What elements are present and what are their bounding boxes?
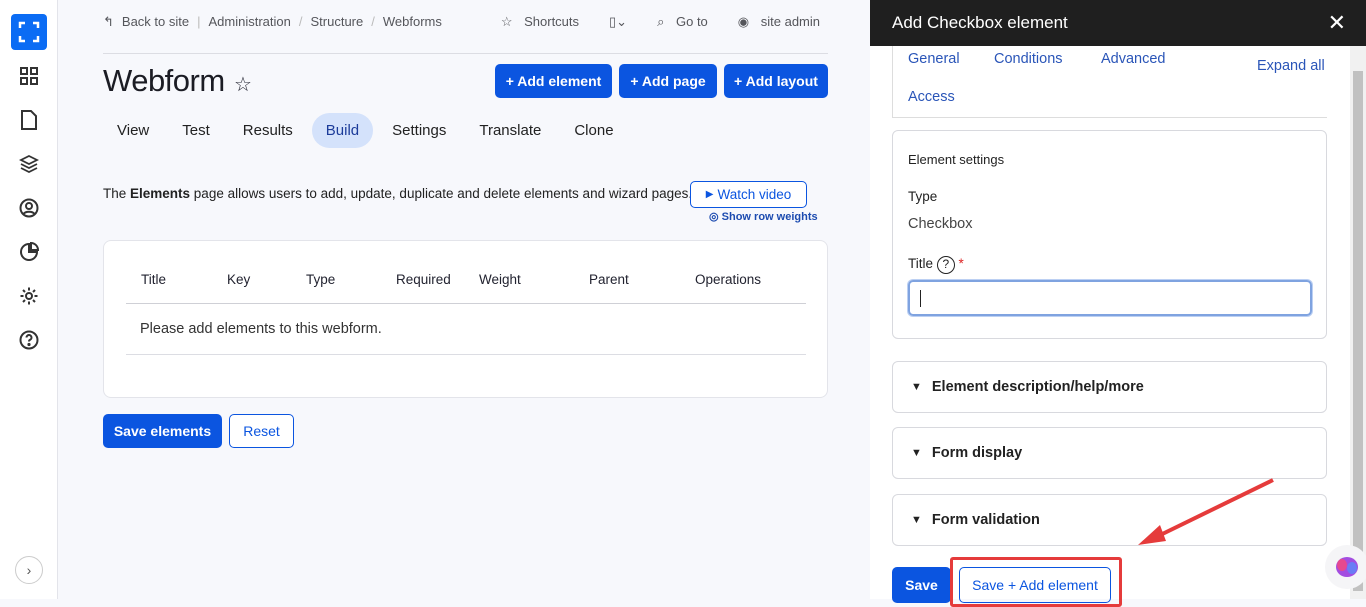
tab-view[interactable]: View (103, 113, 163, 148)
divider: | (197, 14, 201, 29)
dashboard-icon[interactable] (17, 64, 41, 88)
people-icon[interactable] (17, 196, 41, 220)
col-weight: Weight (479, 272, 521, 287)
add-page-button[interactable]: + Add page (619, 64, 717, 98)
tab-build[interactable]: Build (311, 113, 374, 148)
watch-video-button[interactable]: ▶ Watch video (690, 181, 807, 208)
search-icon: ⌕ (657, 14, 668, 29)
user-menu[interactable]: ◉ site admin (738, 14, 828, 30)
annotation-highlight-box (950, 557, 1122, 607)
save-elements-button[interactable]: Save elements (103, 414, 222, 448)
type-label: Type (908, 189, 938, 204)
tab-settings[interactable]: Settings (378, 113, 460, 148)
tabs: View Test Results Build Settings Transla… (103, 113, 633, 148)
tab-clone[interactable]: Clone (560, 113, 627, 148)
table-header: Title Key Type Required Weight Parent Op… (126, 263, 806, 304)
main-content: ↰ Back to site | Administration / Structu… (58, 0, 870, 599)
star-icon: ☆ (500, 14, 517, 29)
dialog-header: Add Checkbox element ✕ (870, 0, 1366, 46)
logo[interactable] (11, 14, 47, 50)
close-icon[interactable]: ✕ (1328, 10, 1346, 36)
page-title: Webform (103, 63, 225, 98)
user-name: site admin (760, 14, 820, 29)
tab-test[interactable]: Test (168, 113, 224, 148)
section-form-display[interactable]: ▼ Form display (892, 427, 1327, 479)
settings-heading: Element settings (908, 152, 1005, 167)
breadcrumb-administration[interactable]: Administration (209, 14, 291, 29)
favorite-star-icon[interactable]: ☆ (234, 72, 252, 97)
show-row-weights-link[interactable]: ◎ Show row weights (709, 210, 818, 223)
col-operations: Operations (695, 272, 762, 287)
mobile-icon: ▯⌄ (609, 14, 628, 29)
chevron-down-icon: ▼ (911, 514, 922, 526)
reports-icon[interactable] (17, 240, 41, 264)
chevron-right-icon: › (26, 562, 32, 578)
tab-translate[interactable]: Translate (465, 113, 555, 148)
add-element-dialog: Add Checkbox element ✕ General Condition… (870, 0, 1366, 607)
back-arrow-icon: ↰ (103, 14, 114, 29)
add-layout-button[interactable]: + Add layout (724, 64, 828, 98)
goto-button[interactable]: ⌕ Go to (657, 14, 716, 30)
title-input[interactable] (908, 280, 1312, 316)
breadcrumb-webforms[interactable]: Webforms (383, 14, 442, 29)
tab-advanced[interactable]: Advanced (1101, 51, 1166, 67)
tab-access[interactable]: Access (908, 89, 955, 105)
user-icon: ◉ (737, 14, 753, 29)
shortcuts-button[interactable]: ☆ Shortcuts (501, 14, 587, 30)
tab-results[interactable]: Results (229, 113, 307, 148)
help-icon[interactable] (17, 328, 41, 352)
annotation-arrow-icon (1138, 478, 1274, 545)
elements-table: Title Key Type Required Weight Parent Op… (103, 240, 828, 398)
col-title: Title (141, 272, 167, 287)
reset-button[interactable]: Reset (229, 414, 294, 448)
section-description[interactable]: ▼ Element description/help/more (892, 361, 1327, 413)
chevron-down-icon: ▼ (911, 447, 922, 459)
gear-icon[interactable] (17, 284, 41, 308)
save-button[interactable]: Save (892, 567, 951, 603)
element-settings: Element settings Type Checkbox Title ? * (892, 130, 1327, 339)
type-value: Checkbox (908, 216, 973, 232)
breadcrumb-structure[interactable]: Structure (311, 14, 364, 29)
help-icon[interactable]: ? (936, 256, 955, 274)
play-icon: ▶ (705, 189, 714, 200)
watch-video-label: Watch video (717, 187, 792, 202)
add-element-button[interactable]: + Add element (495, 64, 612, 98)
sidebar: › (0, 0, 58, 599)
divider (126, 354, 806, 355)
tab-general[interactable]: General (908, 51, 960, 67)
expand-all-link[interactable]: Expand all (1257, 58, 1325, 74)
scrollbar[interactable] (1350, 46, 1366, 599)
dialog-tabs: General Conditions Advanced Access (892, 46, 1327, 118)
device-preview-button[interactable]: ▯⌄ (609, 14, 635, 30)
col-required: Required (396, 272, 451, 287)
chevron-down-icon: ▼ (911, 381, 922, 393)
content-icon[interactable] (17, 108, 41, 132)
col-parent: Parent (589, 272, 629, 287)
page-description: The Elements page allows users to add, u… (103, 186, 693, 201)
back-to-site-link[interactable]: Back to site (122, 14, 189, 29)
col-type: Type (306, 272, 336, 287)
title-label: Title ? * (908, 256, 964, 274)
tab-conditions[interactable]: Conditions (994, 51, 1063, 67)
goto-label: Go to (675, 14, 708, 29)
top-toolbar: ↰ Back to site | Administration / Structu… (103, 14, 828, 54)
expand-sidebar-button[interactable]: › (15, 556, 43, 584)
dialog-title: Add Checkbox element (892, 13, 1068, 32)
shortcuts-label: Shortcuts (524, 14, 580, 29)
empty-message: Please add elements to this webform. (140, 321, 382, 337)
col-key: Key (227, 272, 251, 287)
eye-icon: ◎ (709, 211, 722, 223)
structure-icon[interactable] (17, 152, 41, 176)
ai-assistant-brain-icon[interactable] (1325, 545, 1366, 589)
